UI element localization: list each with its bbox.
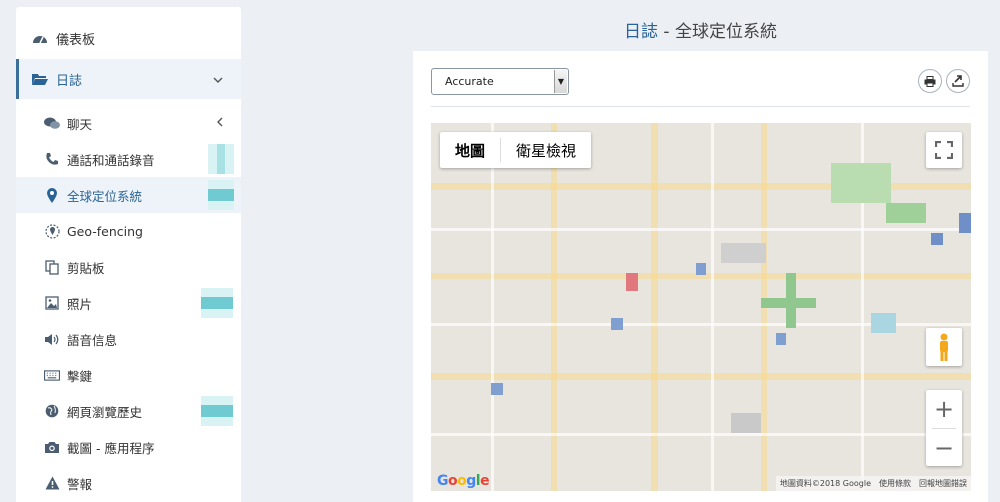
count-badge xyxy=(208,180,234,210)
breadcrumb-logs-link[interactable]: 日誌 xyxy=(624,22,658,42)
zoom-in-button[interactable]: + xyxy=(926,390,962,428)
speaker-icon xyxy=(44,331,60,347)
map-road xyxy=(711,123,714,491)
sidebar-item-chat[interactable]: 聊天 xyxy=(16,105,241,141)
page-title: 日誌 - 全球定位系統 xyxy=(413,17,988,42)
page-title-text: 全球定位系統 xyxy=(674,22,777,42)
pegman-icon xyxy=(940,333,948,361)
sidebar-item-label: 剪貼板 xyxy=(67,260,105,276)
sidebar-item-dashboard[interactable]: 儀表板 xyxy=(16,20,241,56)
map-type-control: 地圖 衛星檢視 xyxy=(440,132,592,168)
keyboard-icon xyxy=(44,367,60,383)
map-marker-blurred xyxy=(626,273,638,291)
zoom-out-button[interactable]: − xyxy=(926,429,962,467)
sidebar-item-geofencing[interactable]: Geo-fencing xyxy=(16,213,241,249)
geofence-icon xyxy=(44,223,60,239)
sidebar-item-label: 聊天 xyxy=(67,116,93,132)
sidebar-item-calls[interactable]: 通話和通話錄音 xyxy=(16,141,241,177)
map-type-map[interactable]: 地圖 xyxy=(440,132,500,168)
sidebar-item-label: 儀表板 xyxy=(56,32,96,48)
sidebar-item-label: 通話和通話錄音 xyxy=(67,152,155,168)
sidebar-item-label: 全球定位系統 xyxy=(67,188,143,204)
attribution-text: 地圖資料©2018 Google xyxy=(779,479,871,488)
google-logo: Google xyxy=(437,473,490,489)
dashboard-icon xyxy=(32,30,48,46)
accuracy-select-value: Accurate xyxy=(445,75,494,88)
map-block xyxy=(776,333,786,345)
sidebar-item-photos[interactable]: 照片 xyxy=(16,285,241,321)
report-error-link[interactable]: 回報地圖錯誤 xyxy=(919,478,967,489)
sidebar-item-voice[interactable]: 語音信息 xyxy=(16,321,241,357)
map-block xyxy=(871,313,896,333)
sidebar-item-alerts[interactable]: 警報 xyxy=(16,465,241,501)
sidebar-item-keystrokes[interactable]: 擊鍵 xyxy=(16,357,241,393)
map-road xyxy=(431,373,971,380)
sidebar-item-label: 語音信息 xyxy=(67,332,118,348)
sidebar-item-label: 日誌 xyxy=(56,73,83,89)
map-road xyxy=(431,228,971,231)
map-block xyxy=(611,318,623,330)
zoom-control: + − xyxy=(926,390,962,466)
chevron-down-icon xyxy=(213,73,223,86)
photo-icon xyxy=(44,295,60,311)
terms-link[interactable]: 使用條款 xyxy=(879,478,911,489)
breadcrumb-separator: - xyxy=(658,22,675,42)
map-block xyxy=(931,233,943,245)
fullscreen-icon xyxy=(935,141,953,159)
globe-icon xyxy=(44,403,60,419)
export-icon xyxy=(952,75,964,87)
map-view[interactable]: 地圖 衛星檢視 + − Google 地圖資料©2018 Google 使用條款… xyxy=(431,123,971,491)
location-pin-icon xyxy=(44,187,60,203)
panel-divider xyxy=(431,106,970,107)
map-park xyxy=(831,163,891,203)
sidebar-item-screenshots[interactable]: 截圖 - 應用程序 xyxy=(16,429,241,465)
sidebar: 儀表板 日誌 聊天 通話和通話錄音 全球定位系統 Geo-fencing 剪貼板… xyxy=(16,7,241,502)
sidebar-item-gps[interactable]: 全球定位系統 xyxy=(16,177,241,213)
dropdown-arrow-icon[interactable]: ▼ xyxy=(554,70,567,93)
map-block xyxy=(959,213,971,233)
chat-icon xyxy=(44,115,60,131)
export-button[interactable] xyxy=(946,69,970,93)
map-block xyxy=(491,383,503,395)
accuracy-select[interactable]: Accurate ▼ xyxy=(431,68,569,95)
sidebar-item-label: 警報 xyxy=(67,476,93,492)
gps-panel: Accurate ▼ 地圖 衛星檢視 + − Google 地圖資料©2018 … xyxy=(413,51,988,502)
map-attribution: 地圖資料©2018 Google 使用條款 回報地圖錯誤 xyxy=(775,476,971,491)
fullscreen-button[interactable] xyxy=(926,132,962,168)
sidebar-item-label: 照片 xyxy=(67,296,93,312)
street-view-pegman[interactable] xyxy=(926,328,962,366)
map-road xyxy=(491,123,494,491)
map-road xyxy=(431,433,971,436)
sidebar-item-clipboard[interactable]: 剪貼板 xyxy=(16,249,241,285)
count-badge xyxy=(201,288,233,318)
print-button[interactable] xyxy=(918,69,942,93)
count-badge xyxy=(208,144,234,174)
phone-icon xyxy=(44,151,60,167)
map-block xyxy=(721,243,766,263)
sidebar-item-label: 擊鍵 xyxy=(67,368,93,384)
camera-icon xyxy=(44,439,60,455)
count-badge xyxy=(201,396,233,426)
map-block xyxy=(696,263,706,275)
map-park xyxy=(786,273,796,328)
printer-icon xyxy=(924,75,936,87)
chevron-left-icon xyxy=(217,117,223,130)
map-type-satellite[interactable]: 衛星檢視 xyxy=(501,132,591,168)
sidebar-item-browser-history[interactable]: 網頁瀏覽歷史 xyxy=(16,393,241,429)
sidebar-item-label: Geo-fencing xyxy=(67,223,143,239)
sidebar-item-label: 網頁瀏覽歷史 xyxy=(67,404,143,420)
map-block xyxy=(731,413,761,433)
folder-open-icon xyxy=(32,71,48,87)
sidebar-item-logs[interactable]: 日誌 xyxy=(16,59,241,99)
clipboard-icon xyxy=(44,259,60,275)
sidebar-item-label: 截圖 - 應用程序 xyxy=(67,440,155,456)
warning-icon xyxy=(44,475,60,491)
map-park xyxy=(886,203,926,223)
